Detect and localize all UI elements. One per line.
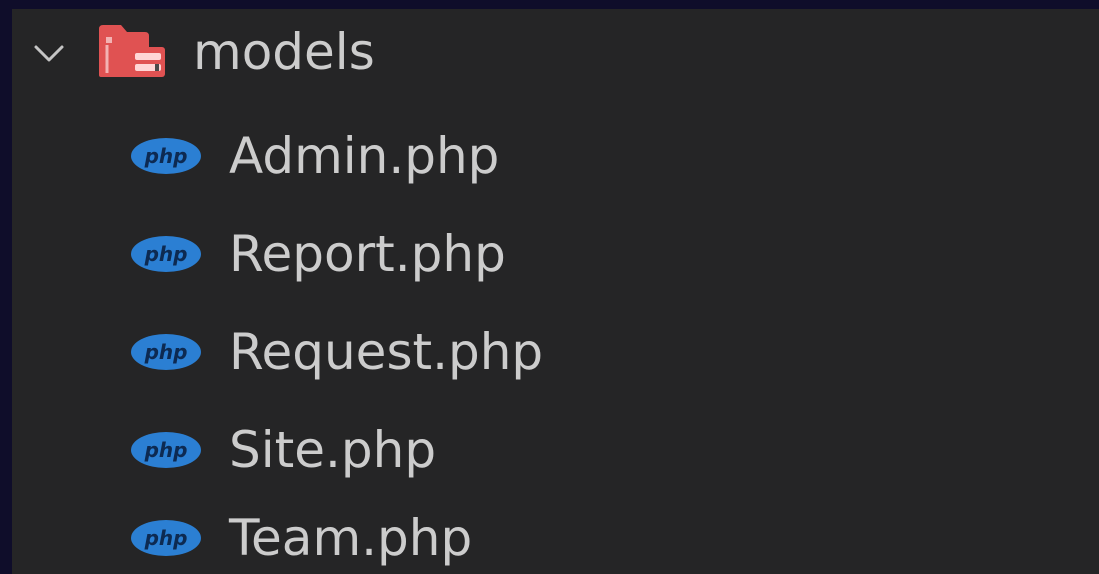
folder-row-models[interactable]: models	[12, 9, 1099, 107]
folder-open-icon	[99, 25, 165, 77]
svg-text:php: php	[144, 144, 188, 168]
file-name-label: Admin.php	[229, 127, 500, 185]
php-icon: php	[131, 520, 201, 556]
file-row-request[interactable]: php Request.php	[12, 303, 1099, 401]
php-icon: php	[131, 236, 201, 272]
file-row-site[interactable]: php Site.php	[12, 401, 1099, 499]
file-name-label: Request.php	[229, 323, 544, 381]
svg-text:php: php	[144, 242, 188, 266]
file-name-label: Report.php	[229, 225, 506, 283]
svg-text:php: php	[144, 526, 188, 550]
file-row-admin[interactable]: php Admin.php	[12, 107, 1099, 205]
php-icon: php	[131, 138, 201, 174]
file-explorer-panel: models php Admin.php php Report.php php …	[12, 9, 1099, 574]
svg-text:php: php	[144, 340, 188, 364]
file-row-report[interactable]: php Report.php	[12, 205, 1099, 303]
chevron-down-icon[interactable]	[32, 36, 66, 70]
file-name-label: Team.php	[229, 509, 473, 567]
svg-text:php: php	[144, 438, 188, 462]
folder-name-label: models	[193, 23, 375, 81]
file-row-team[interactable]: php Team.php	[12, 499, 1099, 574]
file-name-label: Site.php	[229, 421, 437, 479]
php-icon: php	[131, 432, 201, 468]
php-icon: php	[131, 334, 201, 370]
